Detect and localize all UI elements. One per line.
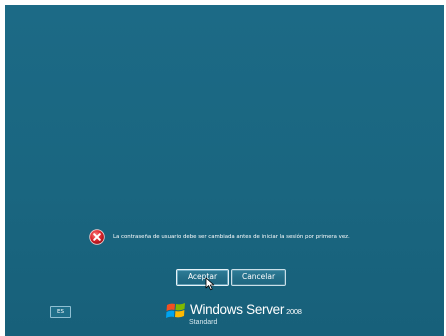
logon-screen: La contraseña de usuario debe ser cambia… bbox=[5, 5, 444, 336]
accept-button[interactable]: Aceptar bbox=[176, 269, 229, 286]
product-name: Windows Server 2008 bbox=[190, 302, 302, 317]
mouse-pointer-icon bbox=[205, 277, 215, 291]
windows-server-branding: Windows Server 2008 Standard bbox=[165, 299, 325, 333]
error-message: La contraseña de usuario debe ser cambia… bbox=[113, 234, 350, 240]
brand-name-text: Windows Server bbox=[190, 302, 285, 317]
windows-logo-icon bbox=[166, 303, 185, 318]
message-row: La contraseña de usuario debe ser cambia… bbox=[89, 227, 350, 247]
error-icon bbox=[89, 229, 105, 245]
cancel-button[interactable]: Cancelar bbox=[231, 269, 286, 286]
product-edition: Standard bbox=[189, 319, 218, 326]
language-button[interactable]: ES bbox=[50, 306, 71, 318]
product-year: 2008 bbox=[286, 307, 302, 316]
